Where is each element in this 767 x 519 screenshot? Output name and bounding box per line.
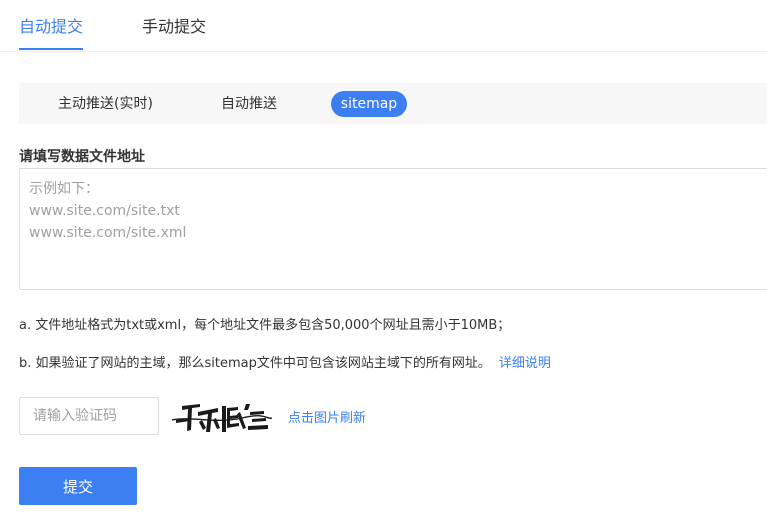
top-tabs: 自动提交 手动提交 [0, 0, 767, 52]
captcha-image[interactable] [172, 398, 272, 436]
subtab-sitemap[interactable]: sitemap [331, 91, 407, 117]
note-domain: b. 如果验证了网站的主域，那么sitemap文件中可包含该网站主域下的所有网址… [19, 352, 551, 371]
captcha-glyphs [176, 404, 268, 432]
note-format-text: a. 文件地址格式为txt或xml，每个地址文件最多包含50,000个网址且需小… [19, 318, 511, 333]
subtab-active-push[interactable]: 主动推送(实时) [58, 91, 153, 117]
detail-link[interactable]: 详细说明 [499, 356, 551, 371]
tab-manual-submit[interactable]: 手动提交 [142, 16, 206, 38]
note-domain-text: b. 如果验证了网站的主域，那么sitemap文件中可包含该网站主域下的所有网址… [19, 356, 491, 371]
note-format: a. 文件地址格式为txt或xml，每个地址文件最多包含50,000个网址且需小… [19, 314, 510, 333]
subtab-auto-push[interactable]: 自动推送 [221, 91, 277, 117]
submit-button[interactable]: 提交 [19, 467, 137, 505]
captcha-input[interactable] [19, 397, 159, 435]
sub-tabs: 主动推送(实时) 自动推送 sitemap [19, 83, 767, 124]
refresh-captcha-link[interactable]: 点击图片刷新 [288, 407, 366, 426]
data-file-url-label: 请填写数据文件地址 [19, 149, 145, 165]
sitemap-urls-textarea[interactable] [19, 168, 767, 290]
tab-auto-submit[interactable]: 自动提交 [19, 16, 84, 50]
sitemap-submit-page: 自动提交 手动提交 主动推送(实时) 自动推送 sitemap 请填写数据文件地… [0, 0, 767, 519]
